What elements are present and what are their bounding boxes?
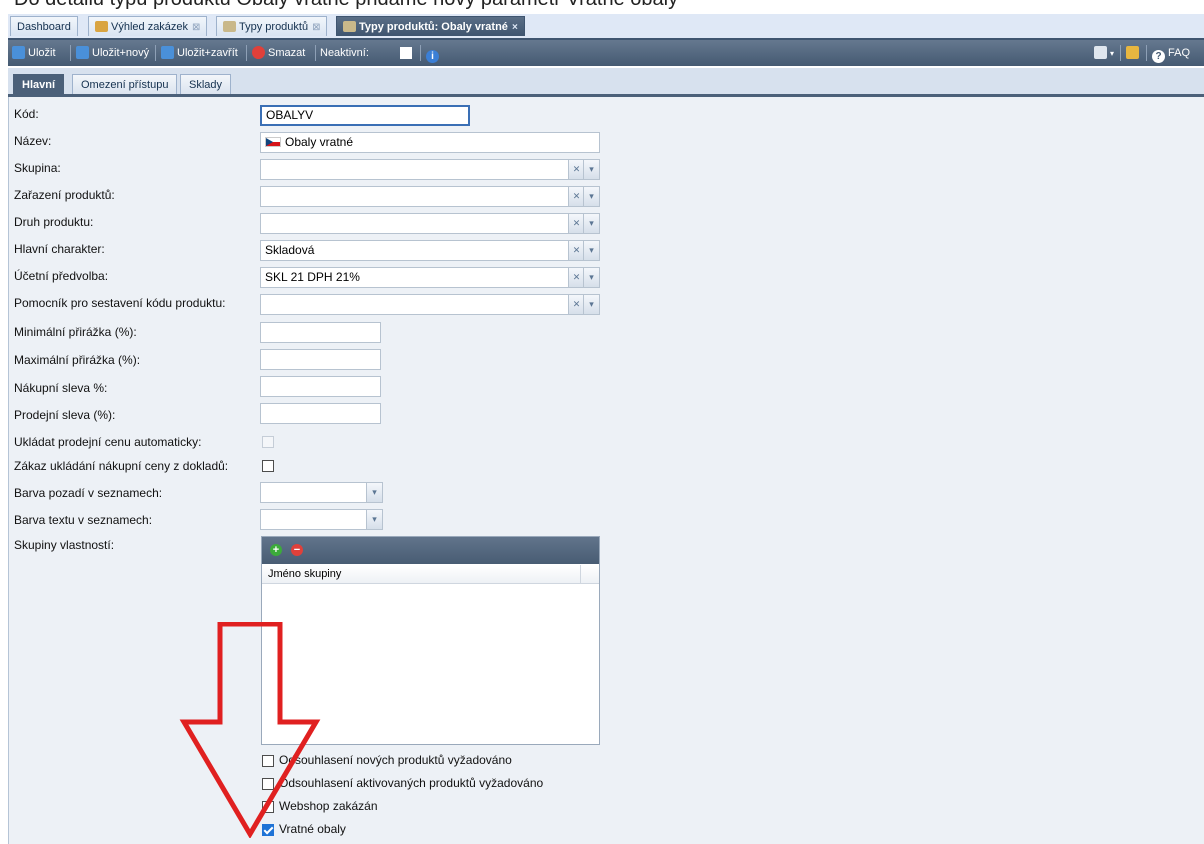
toolbar-divider: [420, 45, 421, 61]
tools-button[interactable]: [1126, 45, 1142, 61]
barva-pozadi-label: Barva pozadí v seznamech:: [14, 486, 163, 500]
tab-vyhled-zakazek[interactable]: Výhled zakázek ⊠: [88, 16, 208, 36]
chevron-down-icon[interactable]: ▾: [583, 186, 600, 207]
box-icon: [223, 21, 236, 32]
help-icon: ?: [1152, 50, 1165, 63]
close-icon[interactable]: ⊠: [192, 22, 200, 33]
nazev-input[interactable]: Obaly vratné: [260, 132, 600, 153]
inactive-label: Neaktivní:: [320, 47, 369, 59]
truck-icon: [95, 21, 108, 32]
zakaz-label: Zákaz ukládání nákupní ceny z dokladů:: [14, 459, 229, 473]
pomocnik-label: Pomocník pro sestavení kódu produktu:: [14, 296, 226, 310]
min-prirazka-input[interactable]: [260, 322, 381, 343]
kod-input[interactable]: OBALYV: [260, 105, 470, 126]
close-icon[interactable]: ⊠: [312, 22, 320, 33]
floppy-plus-icon: [76, 46, 89, 59]
tab-typy-produktu[interactable]: Typy produktů ⊠: [216, 16, 328, 36]
save-button[interactable]: Uložit: [12, 45, 56, 61]
faq-button[interactable]: ? FAQ: [1152, 45, 1190, 63]
tab-sklady[interactable]: Sklady: [180, 74, 232, 94]
grid-toolbar: + −: [262, 537, 599, 564]
column-divider: [580, 565, 581, 583]
ukladat-label: Ukládat prodejní cenu automaticky:: [14, 435, 202, 449]
chevron-down-icon[interactable]: ▾: [366, 509, 383, 530]
nakupni-sleva-label: Nákupní sleva %:: [14, 381, 108, 395]
druh-combo[interactable]: ✕ ▾: [260, 213, 600, 234]
prodejni-sleva-input[interactable]: [260, 403, 381, 424]
tab-hlavni[interactable]: Hlavní: [13, 74, 65, 94]
export-button[interactable]: ▾: [1094, 45, 1114, 61]
pomocnik-combo[interactable]: ✕ ▾: [260, 294, 600, 315]
toolbar: Uložit Uložit+nový Uložit+zavřít Smazat …: [8, 40, 1204, 66]
max-prirazka-input[interactable]: [260, 349, 381, 370]
chevron-down-icon[interactable]: ▾: [583, 267, 600, 288]
nazev-label: Název:: [14, 134, 52, 148]
nakupni-sleva-input[interactable]: [260, 376, 381, 397]
chevron-down-icon[interactable]: ▾: [583, 159, 600, 180]
chevron-down-icon[interactable]: ▾: [583, 213, 600, 234]
subtab-bar: Hlavní Omezení přístupu Sklady: [8, 68, 1204, 97]
toolbar-divider: [1146, 45, 1147, 61]
toolbar-divider: [155, 45, 156, 61]
charakter-label: Hlavní charakter:: [14, 242, 105, 256]
info-icon: i: [426, 50, 439, 63]
delete-icon: [252, 46, 265, 59]
column-header-jmeno-skupiny[interactable]: Jméno skupiny: [268, 565, 341, 583]
red-arrow-annotation: [179, 622, 321, 838]
floppy-close-icon: [161, 46, 174, 59]
grid-header: Jméno skupiny: [262, 565, 599, 584]
skupina-combo[interactable]: ✕ ▾: [260, 159, 600, 180]
predvolba-combo[interactable]: SKL 21 DPH 21% ✕ ▾: [260, 267, 600, 288]
tab-bar: Dashboard Výhled zakázek ⊠ Typy produktů ⊠…: [8, 14, 1204, 40]
tab-omezeni-pristupu[interactable]: Omezení přístupu: [72, 74, 178, 94]
tools-icon: [1126, 46, 1139, 59]
info-button[interactable]: i: [426, 45, 442, 63]
kod-label: Kód:: [14, 107, 39, 121]
remove-icon[interactable]: −: [291, 544, 303, 556]
tab-dashboard[interactable]: Dashboard: [10, 16, 78, 36]
chevron-down-icon[interactable]: ▾: [583, 294, 600, 315]
document-caption: Do detailu typu produktu Obaly vratné př…: [14, 0, 678, 11]
save-close-button[interactable]: Uložit+zavřít: [161, 45, 238, 61]
delete-button[interactable]: Smazat: [252, 45, 305, 61]
chevron-down-icon[interactable]: ▾: [583, 240, 600, 261]
chevron-down-icon: ▾: [1110, 49, 1115, 58]
min-prirazka-label: Minimální přirážka (%):: [14, 325, 137, 339]
zarazeni-combo[interactable]: ✕ ▾: [260, 186, 600, 207]
toolbar-divider: [70, 45, 71, 61]
barva-textu-combo[interactable]: ▾: [260, 509, 383, 530]
add-icon[interactable]: +: [270, 544, 282, 556]
toolbar-divider: [246, 45, 247, 61]
barva-textu-label: Barva textu v seznamech:: [14, 513, 153, 527]
toolbar-divider: [315, 45, 316, 61]
skupina-label: Skupina:: [14, 161, 61, 175]
druh-label: Druh produktu:: [14, 215, 94, 229]
save-new-button[interactable]: Uložit+nový: [76, 45, 149, 61]
max-prirazka-label: Maximální přirážka (%):: [14, 353, 141, 367]
czech-flag-icon: [265, 137, 281, 147]
prodejni-sleva-label: Prodejní sleva (%):: [14, 408, 116, 422]
export-icon: [1094, 46, 1107, 59]
barva-pozadi-combo[interactable]: ▾: [260, 482, 383, 503]
charakter-combo[interactable]: Skladová ✕ ▾: [260, 240, 600, 261]
zakaz-checkbox[interactable]: [262, 460, 274, 472]
floppy-icon: [12, 46, 25, 59]
inactive-checkbox[interactable]: [400, 47, 412, 59]
predvolba-label: Účetní předvolba:: [14, 269, 109, 283]
skupiny-label: Skupiny vlastností:: [14, 538, 115, 552]
zarazeni-label: Zařazení produktů:: [14, 188, 115, 202]
tab-typy-produktu-obaly-vratne[interactable]: Typy produktů: Obaly vratné ×: [336, 16, 525, 36]
toolbar-divider: [1120, 45, 1121, 61]
box-icon: [343, 21, 356, 32]
close-icon[interactable]: ×: [512, 22, 518, 33]
ukladat-checkbox[interactable]: [262, 436, 274, 448]
chevron-down-icon[interactable]: ▾: [366, 482, 383, 503]
